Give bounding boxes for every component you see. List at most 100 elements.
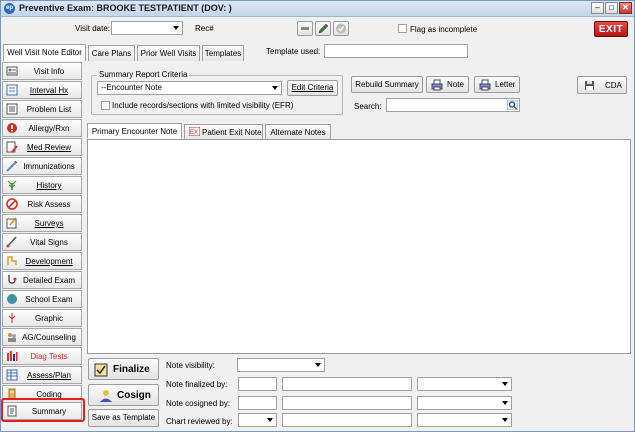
preventive-exam-window: ep Preventive Exam: BROOKE TESTPATIENT (… (0, 0, 635, 432)
note-cosigned-name-field[interactable] (282, 396, 412, 410)
sidebar-item-label: Diag Tests (30, 352, 68, 361)
sidebar-item-label: AG/Counseling (22, 333, 76, 342)
diag-tests-icon (7, 351, 18, 361)
survey-icon (6, 217, 17, 229)
development-icon (7, 256, 17, 265)
cda-button[interactable]: CDA (577, 76, 627, 94)
visit-date-label: Visit date: (75, 24, 110, 33)
note-button[interactable]: Note (426, 76, 469, 93)
note-finalized-initials-field[interactable] (238, 377, 277, 391)
app-logo-icon: ep (4, 3, 15, 14)
sidebar-item-label: Immunizations (23, 162, 75, 171)
allergy-icon (7, 123, 17, 133)
tab-well-visit-note-editor[interactable]: Well Visit Note Editor (3, 44, 86, 61)
note-finalized-name-field[interactable] (282, 377, 412, 391)
search-input[interactable] (386, 98, 520, 112)
minus-icon (301, 27, 309, 30)
visit-date-select[interactable] (111, 21, 183, 35)
floppy-disk-icon (585, 81, 594, 90)
cda-button-label: CDA (605, 81, 622, 90)
sidebar-item-label: Graphic (34, 314, 63, 323)
criteria-dropdown-value: --Encounter Note (101, 83, 162, 92)
letter-button[interactable]: Letter (474, 76, 520, 93)
sidebar-item-risk-assess[interactable]: Risk Assess (2, 195, 82, 213)
finalize-button[interactable]: Finalize (88, 358, 159, 380)
chevron-down-icon (173, 26, 179, 30)
tab-primary-encounter-note[interactable]: Primary Encounter Note (87, 123, 182, 139)
chart-reviewed-initials-select[interactable] (238, 413, 277, 427)
sidebar-item-label: Assess/Plan (26, 371, 72, 380)
note-button-label: Note (447, 80, 464, 89)
sidebar-item-assess-plan[interactable]: Assess/Plan (2, 366, 82, 384)
summary-report-criteria-label: Summary Report Criteria (97, 70, 190, 79)
minus-button[interactable] (297, 21, 313, 36)
sidebar-item-graphic[interactable]: Graphic (2, 309, 82, 327)
sidebar-item-label: School Exam (25, 295, 73, 304)
tab-patient-exit-note[interactable]: EX Patient Exit Note (184, 124, 263, 139)
rec-number-label: Rec# (195, 24, 214, 33)
sidebar-item-visit-info[interactable]: Visit Info (2, 62, 82, 80)
close-button[interactable]: ✕ (619, 2, 632, 14)
chart-reviewed-name-field[interactable] (282, 413, 412, 427)
note-visibility-select[interactable] (237, 358, 325, 372)
assess-plan-icon (6, 369, 18, 381)
tab-alternate-notes[interactable]: Alternate Notes (265, 124, 331, 139)
risk-assess-icon (6, 198, 18, 210)
chart-reviewed-by-label: Chart reviewed by: (166, 417, 233, 426)
sidebar-item-allergy-rxn[interactable]: Allergy/Rxn (2, 119, 82, 137)
note-cosigned-date-select[interactable] (417, 396, 512, 410)
sidebar-item-med-review[interactable]: Med Review (2, 138, 82, 156)
template-used-label: Template used: (266, 47, 321, 56)
cosign-label: Cosign (117, 390, 151, 401)
note-finalized-date-select[interactable] (417, 377, 512, 391)
note-visibility-label: Note visibility: (166, 361, 215, 370)
save-as-template-button[interactable]: Save as Template (88, 409, 159, 427)
sidebar-item-development[interactable]: Development (2, 252, 82, 270)
sidebar-item-school-exam[interactable]: School Exam (2, 290, 82, 308)
rebuild-summary-button[interactable]: Rebuild Summary (351, 76, 423, 93)
sidebar-item-problem-list[interactable]: Problem List (2, 100, 82, 118)
check-circle-icon (336, 23, 346, 34)
sidebar-item-label: Vital Signs (30, 238, 68, 247)
tab-templates[interactable]: Templates (202, 45, 244, 61)
sidebar-item-label: Development (25, 257, 73, 266)
sidebar-item-history[interactable]: History (2, 176, 82, 194)
sidebar-item-interval-hx[interactable]: Interval Hx (2, 81, 82, 99)
approve-button[interactable] (333, 21, 349, 36)
chart-reviewed-date-select[interactable] (417, 413, 512, 427)
minimize-button[interactable]: – (591, 2, 604, 14)
tab-care-plans[interactable]: Care Plans (88, 45, 135, 61)
exit-button[interactable]: EXIT (594, 21, 628, 37)
sidebar-item-immunizations[interactable]: Immunizations (2, 157, 82, 175)
sidebar-item-detailed-exam[interactable]: Detailed Exam (2, 271, 82, 289)
note-cosigned-initials-field[interactable] (238, 396, 277, 410)
search-icon[interactable] (507, 100, 518, 110)
chevron-down-icon (272, 86, 278, 90)
chevron-down-icon (502, 382, 508, 386)
flag-incomplete-label: Flag as incomplete (410, 25, 478, 34)
exit-sign-icon: EX (189, 127, 200, 136)
sidebar-item-label: Risk Assess (27, 200, 71, 209)
maximize-button[interactable]: □ (605, 2, 618, 14)
sidebar-item-label: Visit Info (33, 67, 65, 76)
sidebar-item-label: Allergy/Rxn (28, 124, 70, 133)
med-review-icon (6, 141, 18, 153)
edit-pencil-button[interactable] (315, 21, 331, 36)
chevron-down-icon (267, 418, 273, 422)
cosign-button[interactable]: Cosign (88, 384, 159, 406)
sidebar-item-surveys[interactable]: Surveys (2, 214, 82, 232)
template-used-field[interactable] (324, 44, 468, 58)
sidebar-item-label: Problem List (26, 105, 72, 114)
edit-criteria-button[interactable]: Edit Criteria (287, 80, 338, 96)
sidebar-item-label: History (36, 181, 62, 190)
note-content-area[interactable] (87, 139, 631, 354)
sidebar-item-vital-signs[interactable]: Vital Signs (2, 233, 82, 251)
include-limited-visibility-checkbox[interactable] (101, 101, 110, 110)
search-label: Search: (354, 102, 382, 111)
sidebar-item-diag-tests[interactable]: Diag Tests (2, 347, 82, 365)
printer-icon (479, 79, 491, 91)
flag-incomplete-checkbox[interactable] (398, 24, 407, 33)
tab-prior-well-visits[interactable]: Prior Well Visits (137, 45, 200, 61)
criteria-dropdown[interactable]: --Encounter Note (97, 81, 282, 95)
sidebar-item-ag-counseling[interactable]: AG/Counseling (2, 328, 82, 346)
